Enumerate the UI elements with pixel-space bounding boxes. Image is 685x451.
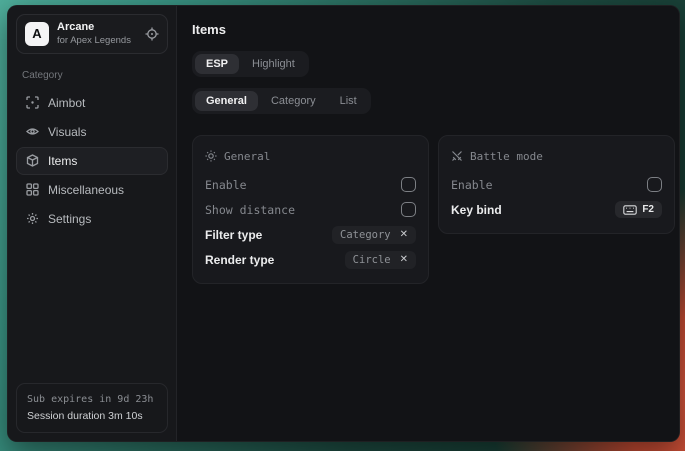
general-card: General Enable Show distance Filter type…: [192, 135, 429, 284]
box-icon: [26, 154, 39, 167]
setting-label: Render type: [205, 253, 274, 267]
general-card-header: General: [205, 146, 416, 166]
sidebar-item-label: Settings: [48, 212, 91, 226]
battle-enable-checkbox[interactable]: [647, 177, 662, 192]
sidebar-item-label: Aimbot: [48, 96, 85, 110]
gear-icon: [26, 212, 39, 225]
sub-expires-text: Sub expires in 9d 23h: [27, 392, 157, 408]
key-bind-button[interactable]: F2: [615, 201, 662, 218]
app-subtitle: for Apex Legends: [57, 35, 137, 47]
tab-general[interactable]: General: [195, 91, 258, 111]
battle-mode-card: Battle mode Enable Key bind: [438, 135, 675, 234]
setting-row-key-bind: Key bind F2: [451, 197, 662, 222]
view-tab-group: General Category List: [192, 88, 371, 114]
sidebar-item-label: Visuals: [48, 125, 86, 139]
sidebar-item-aimbot[interactable]: Aimbot: [16, 89, 168, 117]
tab-list[interactable]: List: [329, 91, 368, 111]
swords-icon: [451, 150, 463, 162]
keyboard-icon: [623, 205, 637, 215]
tab-category[interactable]: Category: [260, 91, 327, 111]
enable-checkbox[interactable]: [401, 177, 416, 192]
setting-label: Filter type: [205, 228, 262, 242]
key-bind-value: F2: [642, 204, 654, 215]
clear-icon[interactable]: ✕: [400, 255, 408, 265]
main-content: Items ESP Highlight General Category Lis…: [177, 6, 680, 441]
grid-icon: [26, 183, 39, 196]
page-title: Items: [192, 22, 675, 37]
app-window: A Arcane for Apex Legends Category: [7, 5, 680, 442]
setting-label: Enable: [451, 178, 493, 192]
sidebar-spacer: [16, 234, 168, 384]
setting-row-enable: Enable: [205, 172, 416, 197]
mode-tab-group: ESP Highlight: [192, 51, 309, 77]
app-name: Arcane: [57, 21, 137, 35]
filter-type-select[interactable]: Category ✕: [332, 226, 416, 244]
crosshair-icon: [26, 96, 39, 109]
setting-row-filter-type: Filter type Category ✕: [205, 222, 416, 247]
tab-esp[interactable]: ESP: [195, 54, 239, 74]
brand-card: A Arcane for Apex Legends: [16, 14, 168, 54]
category-label: Category: [22, 70, 162, 81]
sidebar-item-settings[interactable]: Settings: [16, 205, 168, 233]
sidebar-item-label: Items: [48, 154, 77, 168]
show-distance-checkbox[interactable]: [401, 202, 416, 217]
brand-text: Arcane for Apex Legends: [57, 21, 137, 47]
clear-icon[interactable]: ✕: [400, 230, 408, 240]
setting-row-show-distance: Show distance: [205, 197, 416, 222]
app-logo: A: [25, 22, 49, 46]
setting-row-render-type: Render type Circle ✕: [205, 247, 416, 272]
sidebar-item-items[interactable]: Items: [16, 147, 168, 175]
session-duration-text: Session duration 3m 10s: [27, 408, 157, 424]
card-title: Battle mode: [470, 150, 543, 163]
setting-row-battle-enable: Enable: [451, 172, 662, 197]
render-type-select[interactable]: Circle ✕: [345, 251, 416, 269]
sidebar-item-miscellaneous[interactable]: Miscellaneous: [16, 176, 168, 204]
filter-type-value: Category: [340, 229, 391, 241]
sun-icon: [205, 150, 217, 162]
card-title: General: [224, 150, 270, 163]
eye-icon: [26, 125, 39, 138]
render-type-value: Circle: [353, 254, 391, 266]
setting-label: Show distance: [205, 203, 295, 217]
sidebar-item-visuals[interactable]: Visuals: [16, 118, 168, 146]
setting-label: Key bind: [451, 203, 502, 217]
sidebar: A Arcane for Apex Legends Category: [8, 6, 177, 441]
tab-highlight[interactable]: Highlight: [241, 54, 306, 74]
sidebar-item-label: Miscellaneous: [48, 183, 124, 197]
battle-mode-card-header: Battle mode: [451, 146, 662, 166]
subscription-card: Sub expires in 9d 23h Session duration 3…: [16, 383, 168, 433]
setting-label: Enable: [205, 178, 247, 192]
target-icon[interactable]: [145, 27, 159, 41]
